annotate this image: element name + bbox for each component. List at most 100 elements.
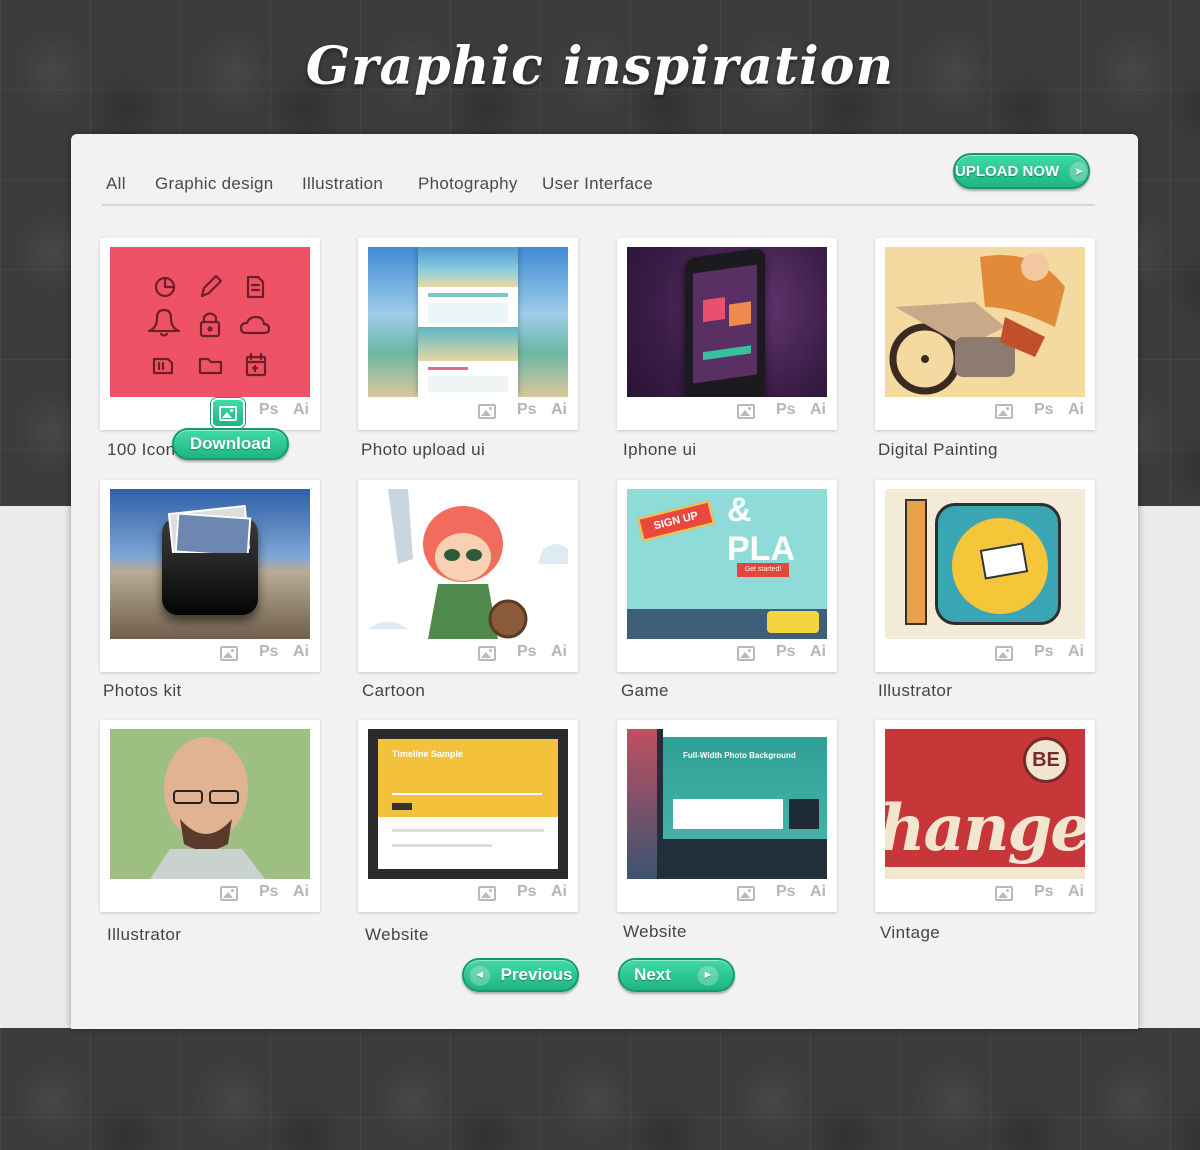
image-icon[interactable] (737, 886, 755, 901)
illustrator-format-label[interactable]: Ai (810, 643, 826, 661)
thumbnail-beach-website (368, 247, 568, 397)
thumbnail-photo-box (110, 489, 310, 639)
thumbnail-photo-bg-site: Full-Width Photo Background (627, 729, 827, 879)
gallery-card[interactable]: Ps Ai (100, 720, 320, 912)
card-title: Illustrator (878, 681, 953, 700)
thumb-get-started-text: Get started! (737, 563, 789, 577)
page-title: Graphic inspiration (305, 36, 895, 97)
card-tools: Ps Ai (875, 642, 1095, 670)
thumb-play-text: & PLA (727, 491, 795, 568)
illustrator-format-label[interactable]: Ai (810, 401, 826, 419)
gallery-card[interactable]: Ps Ai (617, 238, 837, 430)
next-button[interactable]: Next ► (618, 958, 735, 992)
thumbnail-iphone (627, 247, 827, 397)
image-icon[interactable] (737, 404, 755, 419)
thumb-timeline-text: Timeline Sample (392, 749, 463, 759)
download-button[interactable]: Download (172, 428, 289, 460)
next-label: Next (634, 965, 671, 984)
gallery-card[interactable]: Timeline Sample Ps Ai (358, 720, 578, 912)
photoshop-format-label[interactable]: Ps (259, 401, 279, 419)
upload-now-label: UPLOAD NOW (955, 162, 1060, 180)
illustrator-format-label[interactable]: Ai (551, 401, 567, 419)
nav-item-photography[interactable]: Photography (418, 174, 518, 194)
image-icon[interactable] (220, 646, 238, 661)
upload-now-button[interactable]: UPLOAD NOW ➤ (953, 153, 1090, 189)
gallery-card[interactable]: Ps Ai (358, 480, 578, 672)
card-tools: Ps Ai (100, 400, 320, 428)
image-icon[interactable] (478, 404, 496, 419)
previous-label: Previous (500, 965, 573, 984)
illustrator-format-label[interactable]: Ai (1068, 883, 1084, 901)
photoshop-format-label[interactable]: Ps (1034, 401, 1054, 419)
thumbnail-change-poster: BE hange (885, 729, 1085, 879)
thumbnail-icon-grid (110, 247, 310, 397)
photoshop-format-label[interactable]: Ps (1034, 883, 1054, 901)
photoshop-format-label[interactable]: Ps (1034, 643, 1054, 661)
thumbnail-game-site: & PLA SIGN UP Get started! (627, 489, 827, 639)
illustrator-format-label[interactable]: Ai (810, 883, 826, 901)
gallery-card[interactable]: Ps Ai (100, 238, 320, 430)
gallery-card[interactable]: Ps Ai (358, 238, 578, 430)
gallery-card[interactable]: Ps Ai (100, 480, 320, 672)
illustrator-format-label[interactable]: Ai (1068, 401, 1084, 419)
image-icon[interactable] (995, 886, 1013, 901)
bottom-background-band (0, 1028, 1200, 1150)
image-icon[interactable] (478, 886, 496, 901)
photoshop-format-label[interactable]: Ps (517, 883, 537, 901)
photoshop-format-label[interactable]: Ps (776, 883, 796, 901)
photoshop-format-label[interactable]: Ps (517, 643, 537, 661)
card-title: Cartoon (362, 681, 426, 700)
arrow-right-icon: ➤ (1069, 160, 1088, 182)
gallery-card[interactable]: Ps Ai (875, 238, 1095, 430)
card-tools: Ps Ai (875, 400, 1095, 428)
card-tools: Ps Ai (875, 882, 1095, 910)
thumb-sign-up-text: SIGN UP (637, 500, 715, 542)
illustrator-format-label[interactable]: Ai (551, 883, 567, 901)
gallery-card[interactable]: BE hange Ps Ai (875, 720, 1095, 912)
image-icon[interactable] (995, 646, 1013, 661)
thumbnail-window-poster (885, 489, 1085, 639)
thumb-change-text: hange (885, 791, 1085, 866)
illustrator-format-label[interactable]: Ai (1068, 643, 1084, 661)
photoshop-format-label[interactable]: Ps (776, 643, 796, 661)
gallery-card[interactable]: Full-Width Photo Background Ps Ai (617, 720, 837, 912)
arrow-left-icon: ◄ (468, 964, 491, 986)
illustrator-format-label[interactable]: Ai (551, 643, 567, 661)
image-icon[interactable] (478, 646, 496, 661)
card-title: Website (623, 922, 687, 941)
photoshop-format-label[interactable]: Ps (517, 401, 537, 419)
card-tools: Ps Ai (358, 400, 578, 428)
image-icon[interactable] (220, 886, 238, 901)
image-icon[interactable] (995, 404, 1013, 419)
illustrator-format-label[interactable]: Ai (293, 401, 309, 419)
illustrator-format-label[interactable]: Ai (293, 883, 309, 901)
thumbnail-timeline: Timeline Sample (368, 729, 568, 879)
card-tools: Ps Ai (358, 642, 578, 670)
photoshop-format-label[interactable]: Ps (776, 401, 796, 419)
image-icon[interactable] (737, 646, 755, 661)
gallery-card[interactable]: Ps Ai (875, 480, 1095, 672)
category-nav: All Graphic design Illustration Photogra… (102, 170, 1095, 206)
card-title: Iphone ui (623, 440, 697, 459)
photoshop-format-label[interactable]: Ps (259, 883, 279, 901)
card-tools: Ps Ai (100, 882, 320, 910)
image-icon (219, 405, 237, 421)
card-tools: Ps Ai (100, 642, 320, 670)
gallery-card[interactable]: & PLA SIGN UP Get started! Ps Ai (617, 480, 837, 672)
card-title: Game (621, 681, 669, 700)
nav-item-illustration[interactable]: Illustration (302, 174, 383, 194)
nav-item-graphic-design[interactable]: Graphic design (155, 174, 274, 194)
nav-item-user-interface[interactable]: User Interface (542, 174, 653, 194)
photoshop-format-label[interactable]: Ps (259, 643, 279, 661)
card-title: Photos kit (103, 681, 182, 700)
card-title: 100 Icon (107, 440, 176, 459)
thumbnail-motorbike (885, 247, 1085, 397)
illustrator-format-label[interactable]: Ai (293, 643, 309, 661)
thumbnail-portrait (110, 729, 310, 879)
image-preview-button[interactable] (211, 398, 245, 428)
card-tools: Ps Ai (358, 882, 578, 910)
nav-item-all[interactable]: All (106, 174, 126, 194)
card-tools: Ps Ai (617, 882, 837, 910)
previous-button[interactable]: ◄ Previous (462, 958, 579, 992)
card-title: Photo upload ui (361, 440, 486, 459)
